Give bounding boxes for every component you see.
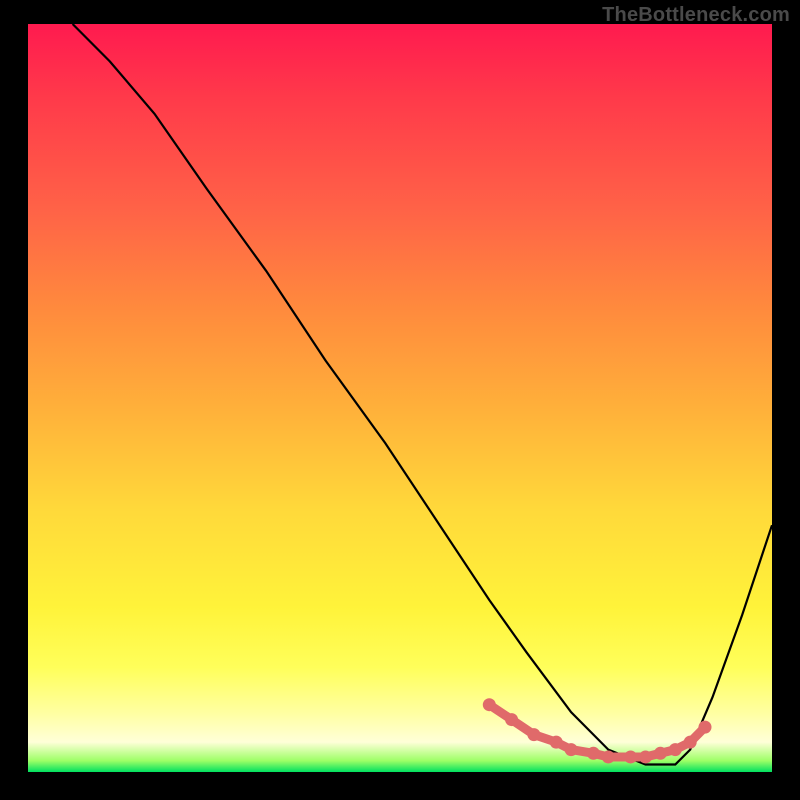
pink-dot: [550, 736, 563, 749]
pink-dot: [699, 721, 712, 734]
pink-dots: [483, 698, 712, 763]
chart-svg: [28, 24, 772, 772]
pink-dot: [587, 747, 600, 760]
pink-dot: [624, 751, 637, 764]
pink-dot: [483, 698, 496, 711]
pink-dot: [684, 736, 697, 749]
pink-dot: [565, 743, 578, 756]
chart-frame: [28, 24, 772, 772]
watermark-text: TheBottleneck.com: [602, 4, 790, 27]
pink-dot: [602, 751, 615, 764]
pink-dot: [654, 747, 667, 760]
pink-dot: [527, 728, 540, 741]
pink-dot: [639, 751, 652, 764]
pink-dot: [505, 713, 518, 726]
pink-dot: [669, 743, 682, 756]
black-curve: [73, 24, 772, 765]
